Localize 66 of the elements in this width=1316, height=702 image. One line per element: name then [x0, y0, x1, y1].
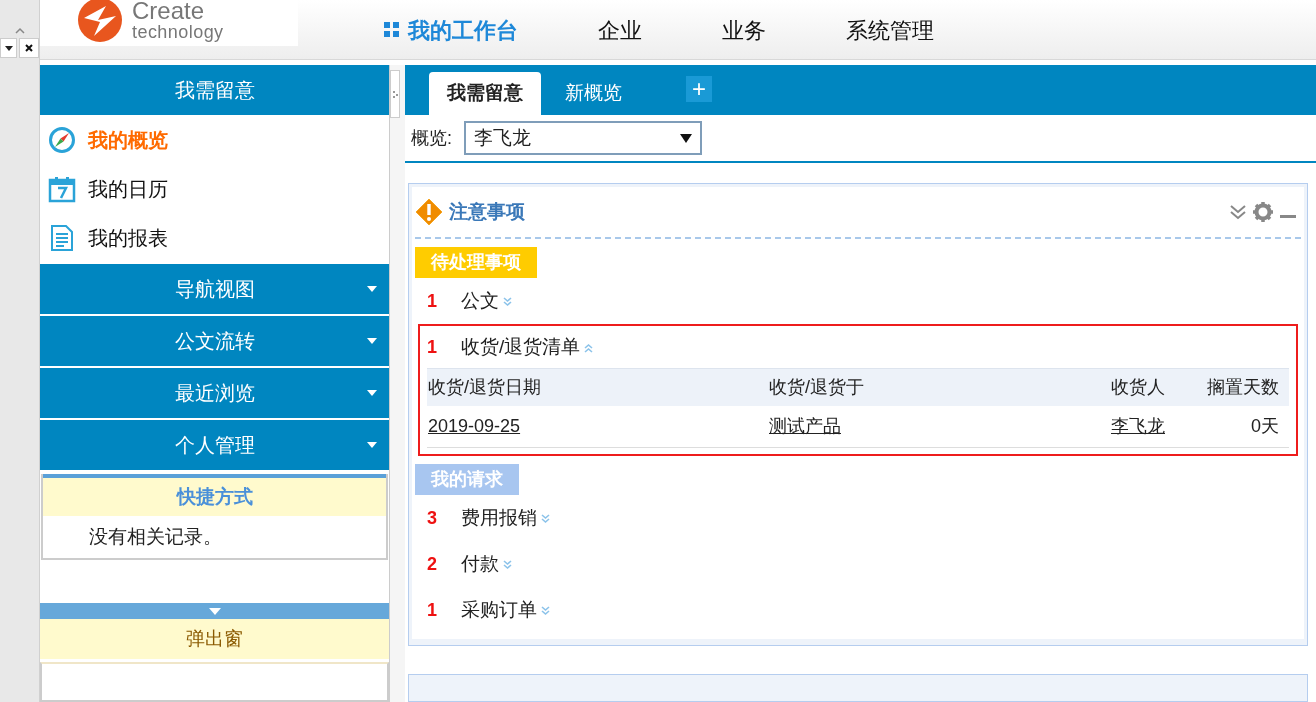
- item-count: 1: [427, 289, 438, 313]
- calendar-icon: [48, 174, 76, 203]
- dropdown-button[interactable]: [0, 38, 17, 58]
- logo-subtitle: technology: [132, 23, 224, 41]
- nav-item[interactable]: 企业: [598, 13, 642, 47]
- caret-icon: [680, 133, 692, 143]
- nav-item[interactable]: 系统管理: [846, 13, 934, 47]
- item-count: 1: [427, 598, 438, 622]
- empty-message: 没有相关记录。: [89, 524, 222, 549]
- close-button[interactable]: [19, 38, 39, 58]
- document-icon: [48, 223, 76, 252]
- table-link[interactable]: 2019-09-25: [428, 416, 521, 436]
- column-header: 收货/退货于: [769, 376, 865, 399]
- collapse-icon[interactable]: [584, 342, 594, 353]
- item-count: 1: [427, 335, 438, 359]
- logo-title: Create: [132, 0, 206, 23]
- overview-label: 概览:: [411, 126, 452, 150]
- splitter-handle[interactable]: [390, 70, 400, 118]
- tab[interactable]: 我需留意: [429, 72, 541, 115]
- column-header: 收货人: [1110, 376, 1165, 399]
- warning-icon: [415, 198, 443, 226]
- caret-icon: [208, 607, 221, 615]
- sidebar-section[interactable]: 公文流转: [40, 316, 389, 366]
- expand-icon[interactable]: [503, 296, 512, 307]
- tab[interactable]: 新概览: [545, 72, 642, 115]
- caret-icon: [4, 45, 13, 51]
- group-label: 我的请求: [415, 464, 519, 495]
- expand-icon[interactable]: [541, 605, 550, 616]
- sidebar-section[interactable]: 个人管理: [40, 420, 389, 470]
- item-label[interactable]: 收货/退货清单: [461, 332, 581, 362]
- item-count: 2: [427, 552, 438, 576]
- person-select[interactable]: 李飞龙: [464, 121, 702, 155]
- grip-icon: [392, 90, 398, 98]
- group-label: 待处理事项: [415, 247, 537, 278]
- collapse-all-icon[interactable]: [1229, 203, 1247, 221]
- item-label[interactable]: 公文: [461, 286, 499, 316]
- column-header: 搁置天数: [1206, 376, 1280, 399]
- scroll-up-icon[interactable]: [14, 27, 25, 34]
- caret-icon: [367, 442, 377, 448]
- caret-icon: [367, 390, 377, 396]
- sidebar-item[interactable]: 我的报表: [88, 222, 168, 253]
- close-icon: [25, 44, 33, 52]
- expand-icon[interactable]: [541, 513, 550, 524]
- sidebar-item[interactable]: 我的日历: [88, 173, 168, 204]
- grid-icon: [384, 22, 400, 38]
- caret-icon: [367, 338, 377, 344]
- nav-item[interactable]: 业务: [722, 13, 766, 47]
- shortcuts-title: 快捷方式: [43, 478, 386, 516]
- sidebar-section[interactable]: 最近浏览: [40, 368, 389, 418]
- table-link[interactable]: 测试产品: [769, 416, 841, 436]
- table-cell-text: 0天: [1250, 415, 1280, 438]
- expand-icon[interactable]: [503, 559, 512, 570]
- sidebar-section[interactable]: 导航视图: [40, 264, 389, 314]
- sidebar-header: 我需留意: [40, 65, 389, 115]
- caret-icon: [367, 286, 377, 292]
- table-link[interactable]: 李飞龙: [1111, 413, 1165, 440]
- compass-icon: [48, 125, 76, 154]
- nav-item[interactable]: 我的工作台: [408, 13, 518, 47]
- popup-title: 弹出窗: [40, 619, 389, 659]
- panel-title: 注意事项: [449, 199, 525, 224]
- settings-icon[interactable]: [1253, 202, 1273, 222]
- item-label[interactable]: 采购订单: [461, 595, 537, 625]
- item-label[interactable]: 付款: [461, 549, 499, 579]
- item-label[interactable]: 费用报销: [461, 503, 537, 533]
- column-header: 收货/退货日期: [427, 376, 542, 399]
- item-count: 3: [427, 506, 438, 530]
